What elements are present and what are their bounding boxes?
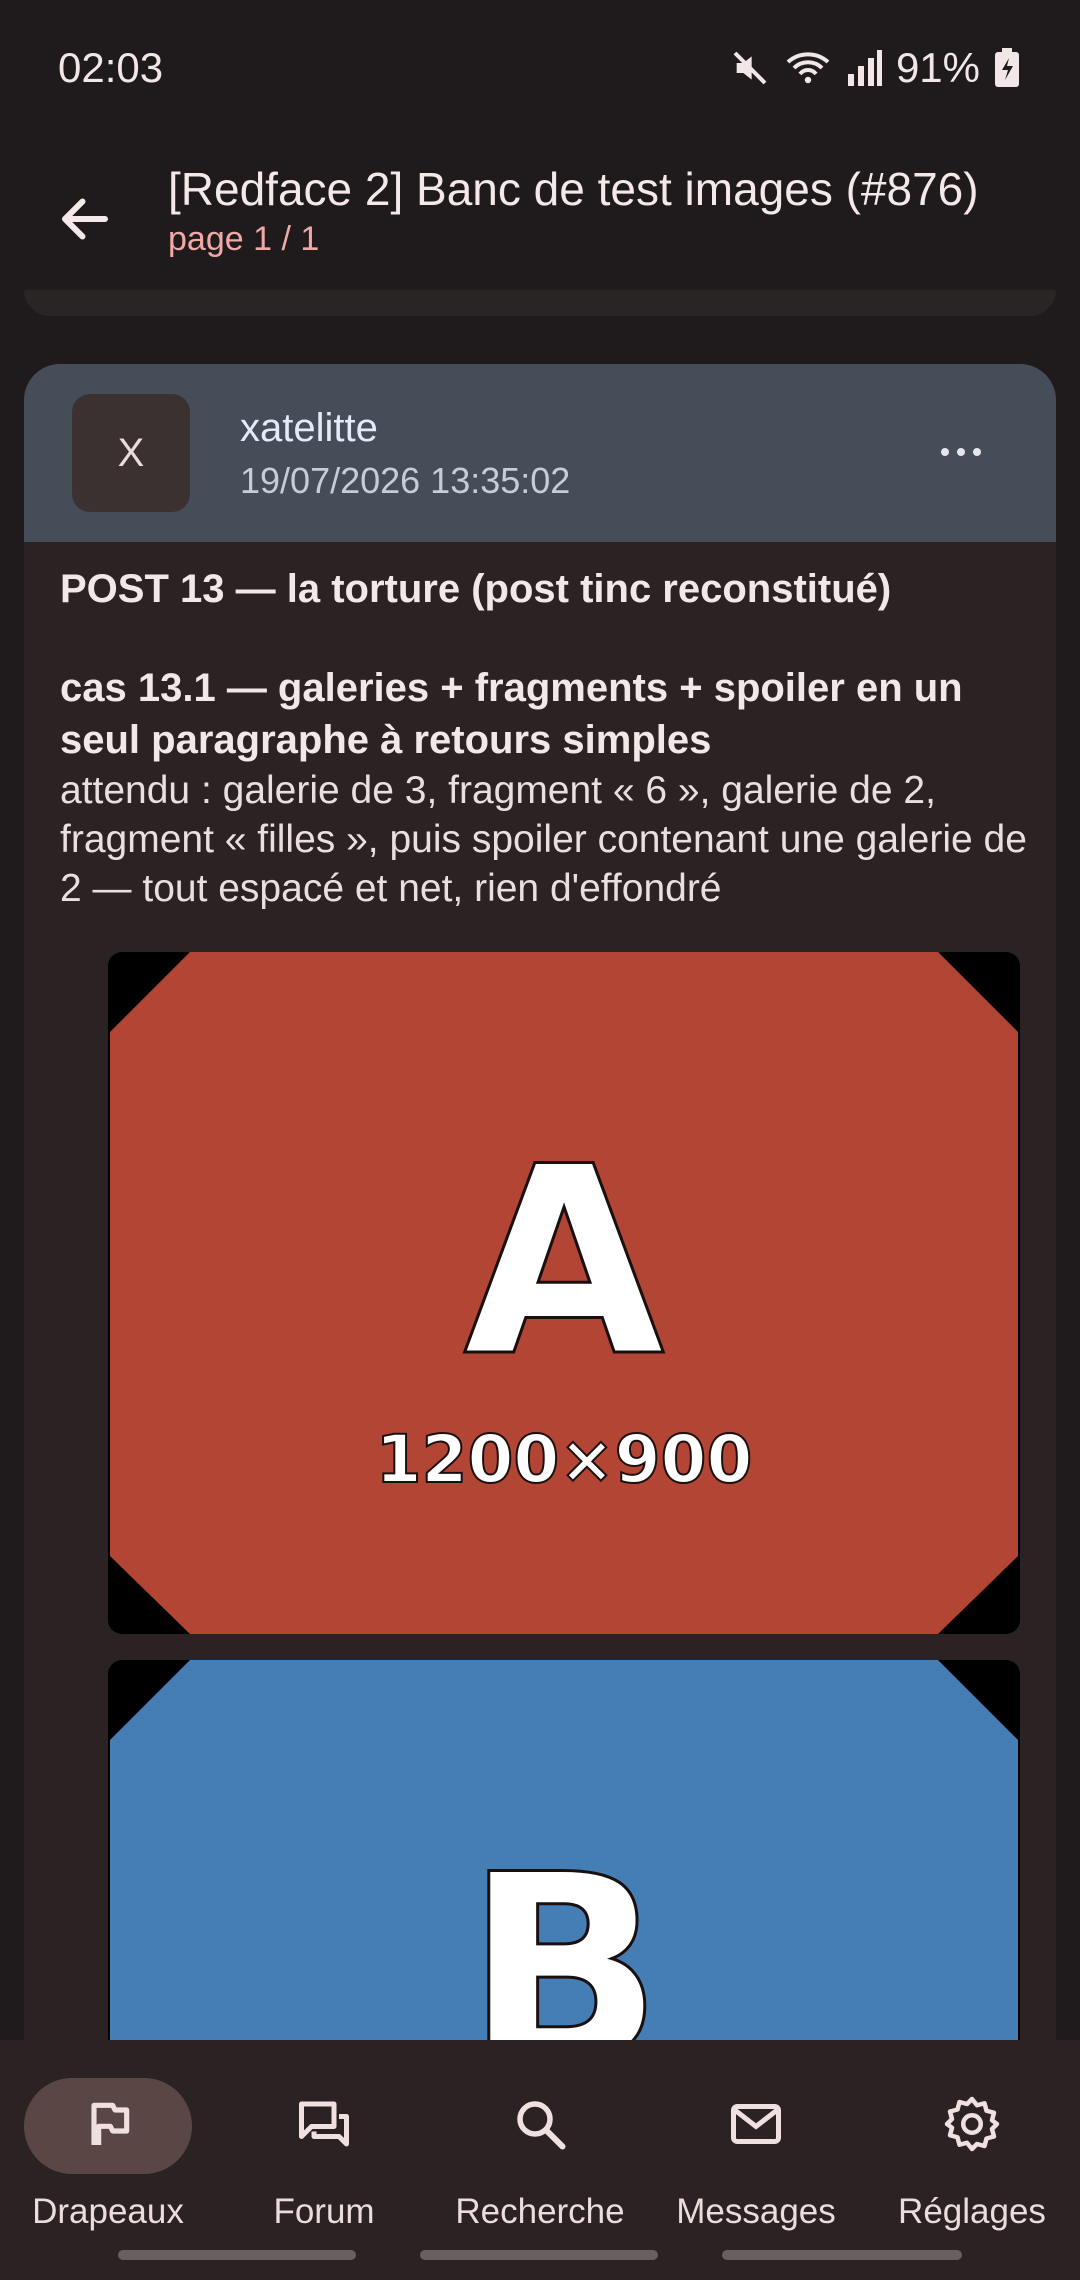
post-header: X xatelitte 19/07/2026 13:35:02 <box>24 364 1056 542</box>
post-menu-button[interactable] <box>926 422 996 482</box>
post-card: X xatelitte 19/07/2026 13:35:02 POST 13 … <box>24 364 1056 2044</box>
battery-icon <box>994 48 1020 88</box>
nav-item-messages[interactable]: Messages <box>648 2058 864 2248</box>
case-expected: attendu : galerie de 3, fragment « 6 », … <box>60 769 1027 910</box>
avatar[interactable]: X <box>72 394 190 512</box>
battery-level: 91% <box>895 44 980 91</box>
nav-label-reglages: Réglages <box>898 2192 1046 2231</box>
gallery-image-a[interactable]: A 1200×900 <box>108 952 1020 1634</box>
status-bar: 02:03 91% <box>0 0 1080 140</box>
nav-label-messages: Messages <box>676 2192 836 2231</box>
image-b-letter: B <box>465 1820 663 2044</box>
nav-label-drapeaux: Drapeaux <box>32 2192 184 2231</box>
topic-title: [Redface 2] Banc de test images (#876) <box>168 163 979 215</box>
gallery-image-b[interactable]: B <box>108 1660 1020 2044</box>
arrow-back-icon <box>55 189 115 254</box>
image-a-letter: A <box>463 1112 666 1414</box>
previous-post-edge <box>24 290 1056 316</box>
wifi-icon <box>784 48 832 88</box>
nav-label-forum: Forum <box>273 2192 375 2231</box>
post-body: POST 13 — la torture (post tinc reconsti… <box>60 564 1040 913</box>
page-indicator: page 1 / 1 <box>168 220 320 258</box>
nav-item-drapeaux[interactable]: Drapeaux <box>0 2058 216 2248</box>
back-button[interactable] <box>40 176 130 266</box>
mute-icon <box>730 48 770 88</box>
post-date: 19/07/2026 13:35:02 <box>240 460 571 501</box>
nav-item-recherche[interactable]: Recherche <box>432 2058 648 2248</box>
nav-item-forum[interactable]: Forum <box>216 2058 432 2248</box>
nav-item-reglages[interactable]: Réglages <box>864 2058 1080 2248</box>
status-icons: 91% <box>730 44 1020 92</box>
gesture-bar-center <box>420 2250 658 2260</box>
signal-icon <box>846 48 882 88</box>
gear-icon <box>942 2094 1002 2159</box>
more-icon <box>941 448 949 456</box>
nav-label-recherche: Recherche <box>455 2192 625 2231</box>
bottom-navigation: Drapeaux Forum Recherche Messages Réglag… <box>0 2040 1080 2280</box>
case-title: cas 13.1 — galeries + fragments + spoile… <box>60 666 963 762</box>
post-title: POST 13 — la torture (post tinc reconsti… <box>60 567 892 611</box>
forum-icon <box>294 2094 354 2159</box>
status-time: 02:03 <box>58 44 164 91</box>
flag-icon <box>80 2096 136 2157</box>
post-author[interactable]: xatelitte <box>240 406 378 451</box>
gesture-bar-left <box>118 2250 356 2260</box>
mail-icon <box>726 2094 786 2159</box>
image-a-dimensions: 1200×900 <box>376 1421 753 1498</box>
gesture-bar-right <box>722 2250 962 2260</box>
search-icon <box>510 2094 570 2159</box>
